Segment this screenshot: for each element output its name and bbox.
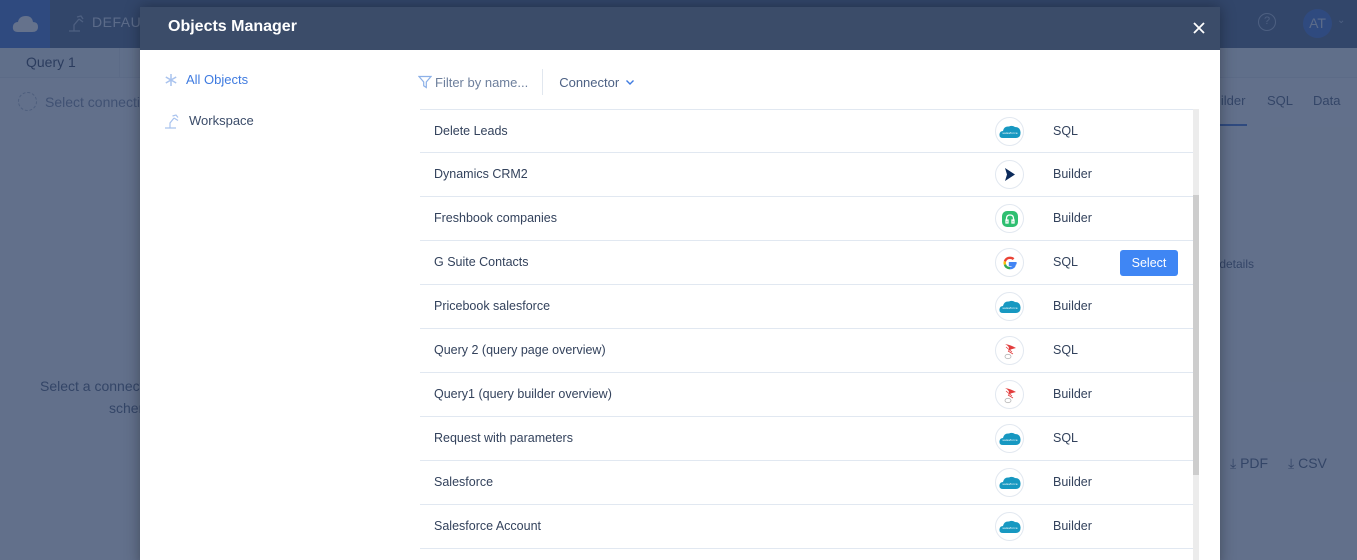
sidebar-item-label: All Objects	[186, 72, 249, 87]
salesforce-icon-glyph: salesforce	[998, 432, 1021, 445]
svg-text:salesforce: salesforce	[1002, 131, 1017, 135]
svg-text:salesforce: salesforce	[1002, 306, 1017, 310]
object-type: Builder	[1053, 475, 1092, 489]
freshbooks-icon-glyph	[1001, 210, 1018, 227]
object-name: Pricebook salesforce	[434, 299, 551, 313]
object-type: Builder	[1053, 167, 1092, 181]
objects-list: Delete Leads salesforce SQL Dynamics CRM…	[420, 109, 1193, 549]
objects-toolbar: Filter by name... Connector	[418, 67, 635, 97]
object-name: Delete Leads	[434, 124, 508, 138]
objects-manager-modal: Objects Manager All Objects Workspace Fi…	[140, 7, 1220, 560]
sidebar-item-label: Workspace	[189, 113, 254, 128]
object-name: Request with parameters	[434, 431, 573, 445]
table-row[interactable]: Query 2 (query page overview) SQL	[420, 329, 1193, 373]
dynamics-crm-icon	[995, 160, 1024, 189]
sidebar-item-all-objects[interactable]: All Objects	[164, 72, 248, 87]
close-icon[interactable]	[1190, 19, 1208, 37]
modal-header: Objects Manager	[140, 7, 1220, 50]
asterisk-icon	[165, 73, 177, 86]
table-row[interactable]: Pricebook salesforce salesforce Builder	[420, 285, 1193, 329]
salesforce-icon-glyph: salesforce	[998, 520, 1021, 533]
object-name: Salesforce Account	[434, 519, 542, 533]
scrollbar[interactable]	[1193, 109, 1199, 560]
salesforce-icon: salesforce	[995, 292, 1024, 321]
object-type: Builder	[1053, 519, 1092, 533]
table-row[interactable]: Freshbook companies Builder	[420, 197, 1193, 241]
filter-placeholder: Filter by name...	[435, 74, 529, 90]
table-row[interactable]: G Suite Contacts SQL Select	[420, 241, 1193, 285]
salesforce-icon-glyph: salesforce	[998, 300, 1021, 313]
object-type: SQL	[1053, 255, 1079, 269]
sql-server-icon-glyph	[1004, 387, 1016, 403]
table-row[interactable]: Query1 (query builder overview) Builder	[420, 373, 1193, 417]
salesforce-icon-glyph: salesforce	[998, 125, 1021, 138]
sql-server-icon-glyph	[1004, 343, 1016, 359]
object-type: SQL	[1053, 431, 1079, 445]
salesforce-icon: salesforce	[995, 424, 1024, 453]
object-name: Query1 (query builder overview)	[434, 387, 612, 401]
filter-input[interactable]: Filter by name...	[418, 69, 544, 95]
object-name: G Suite Contacts	[434, 255, 529, 269]
object-type: SQL	[1053, 124, 1079, 138]
svg-text:salesforce: salesforce	[1002, 526, 1017, 530]
object-type: SQL	[1053, 343, 1079, 357]
connector-label: Connector	[559, 74, 620, 90]
sql-server-icon	[995, 380, 1024, 409]
chevron-down-icon	[626, 80, 635, 85]
object-type: Builder	[1053, 299, 1092, 313]
table-row[interactable]: Salesforce salesforce Builder	[420, 461, 1193, 505]
object-name: Freshbook companies	[434, 211, 557, 225]
freshbooks-icon	[995, 204, 1024, 233]
sql-server-icon	[995, 336, 1024, 365]
object-name: Query 2 (query page overview)	[434, 343, 606, 357]
object-name: Salesforce	[434, 475, 494, 489]
table-row[interactable]: Salesforce Account salesforce Builder	[420, 505, 1193, 549]
select-button[interactable]: Select	[1120, 250, 1178, 276]
svg-text:salesforce: salesforce	[1002, 482, 1017, 486]
sidebar-item-workspace[interactable]: Workspace	[164, 112, 254, 129]
salesforce-icon: salesforce	[995, 117, 1024, 146]
object-type: Builder	[1053, 211, 1092, 225]
connector-dropdown[interactable]: Connector	[543, 75, 635, 90]
table-row[interactable]: Delete Leads salesforce SQL	[420, 109, 1193, 153]
desk-lamp-icon	[165, 114, 179, 129]
salesforce-icon-glyph: salesforce	[998, 476, 1021, 489]
object-name: Dynamics CRM2	[434, 167, 528, 181]
salesforce-icon: salesforce	[995, 512, 1024, 541]
salesforce-icon: salesforce	[995, 468, 1024, 497]
modal-title: Objects Manager	[168, 18, 297, 35]
dynamics-crm-icon-glyph	[1004, 168, 1015, 181]
table-row[interactable]: Request with parameters salesforce SQL	[420, 417, 1193, 461]
scrollbar-thumb[interactable]	[1193, 195, 1199, 475]
table-row[interactable]: Dynamics CRM2 Builder	[420, 153, 1193, 197]
google-icon	[995, 248, 1024, 277]
object-type: Builder	[1053, 387, 1092, 401]
filter-icon	[418, 75, 432, 89]
google-icon-glyph	[1002, 256, 1017, 269]
svg-text:salesforce: salesforce	[1002, 438, 1017, 442]
